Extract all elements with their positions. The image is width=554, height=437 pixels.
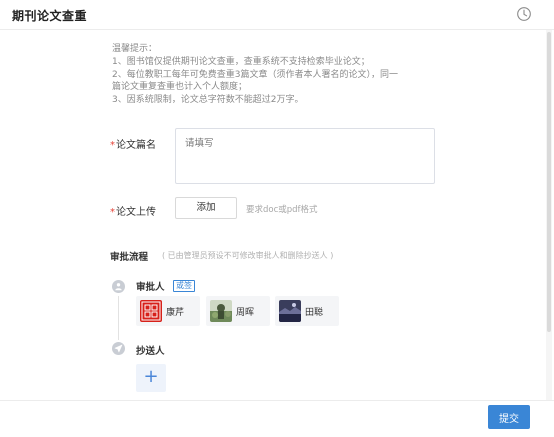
or-sign-tag: 或签 bbox=[173, 280, 195, 292]
submit-button[interactable]: 提交 bbox=[488, 405, 530, 429]
paper-upload-label-text: 论文上传 bbox=[116, 207, 156, 218]
person-icon bbox=[115, 283, 122, 291]
approver-name: 周晖 bbox=[236, 308, 255, 318]
paper-upload-label: *论文上传 bbox=[110, 203, 156, 218]
required-mark: * bbox=[110, 140, 115, 151]
approver-label: 审批人 bbox=[136, 282, 165, 293]
tips-heading: 温馨提示： bbox=[112, 44, 158, 54]
approver-chip: 康芹 bbox=[136, 296, 200, 326]
tips-line: 1、图书馆仅提供期刊论文查重，查重系统不支持检索毕业论文； bbox=[112, 56, 370, 67]
history-clock-icon[interactable] bbox=[516, 6, 532, 22]
avatar bbox=[279, 300, 301, 322]
tips-line: 篇论文重复查重也计入个人额度； bbox=[112, 82, 248, 93]
approver-chip: 周晖 bbox=[206, 296, 270, 326]
header-bar: 期刊论文查重 bbox=[0, 0, 554, 30]
tips-line: 3、因系统限制，论文总字符数不能超过2万字。 bbox=[112, 95, 304, 106]
paper-title-label-text: 论文篇名 bbox=[116, 140, 156, 151]
scrollbar-thumb[interactable] bbox=[547, 32, 551, 332]
paper-title-input[interactable] bbox=[175, 128, 435, 184]
add-cc-button[interactable]: + bbox=[136, 364, 166, 392]
tips-block: 温馨提示： 1、图书馆仅提供期刊论文查重，查重系统不支持检索毕业论文； 2、每位… bbox=[112, 43, 442, 107]
page-title: 期刊论文查重 bbox=[12, 9, 88, 23]
photo-avatar-icon bbox=[279, 300, 301, 322]
paper-title-label: *论文篇名 bbox=[110, 136, 156, 151]
approver-name: 康芹 bbox=[166, 308, 185, 318]
cc-label: 抄送人 bbox=[136, 346, 165, 357]
approval-flow-note: ( 已由管理员预设不可修改审批人和删除抄送人 ) bbox=[162, 251, 334, 260]
avatar bbox=[140, 300, 162, 322]
step-connector-line bbox=[118, 296, 119, 340]
footer-bar bbox=[0, 400, 554, 437]
required-mark: * bbox=[110, 207, 115, 218]
seal-avatar-icon bbox=[140, 300, 162, 322]
send-icon bbox=[114, 344, 123, 353]
approver-name: 田聪 bbox=[305, 308, 324, 318]
cc-step-icon bbox=[112, 342, 125, 355]
photo-avatar-icon bbox=[210, 300, 232, 322]
avatar bbox=[210, 300, 232, 322]
approver-chip: 田聪 bbox=[275, 296, 339, 326]
tips-line: 2、每位教职工每年可免费查重3篇文章（须作者本人署名的论文），同一 bbox=[112, 69, 398, 80]
add-file-button[interactable]: 添加 bbox=[175, 197, 237, 219]
upload-format-hint: 要求doc或pdf格式 bbox=[246, 205, 318, 215]
approval-flow-title: 审批流程 bbox=[110, 252, 149, 263]
approver-step-icon bbox=[112, 280, 125, 293]
